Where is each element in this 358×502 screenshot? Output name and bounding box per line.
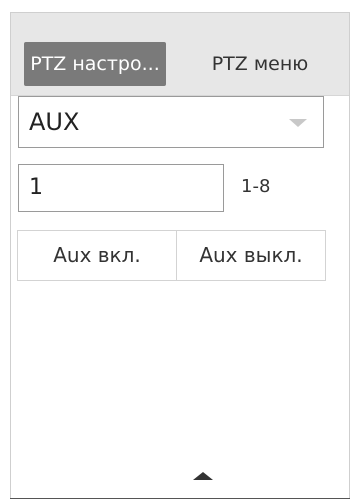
- aux-number-input[interactable]: 1: [18, 164, 224, 212]
- aux-on-button[interactable]: Aux вкл.: [17, 230, 177, 281]
- tab-ptz-settings[interactable]: PTZ настро...: [24, 42, 166, 86]
- tab-ptz-menu[interactable]: PTZ меню: [189, 42, 331, 86]
- chevron-down-icon[interactable]: [289, 119, 307, 127]
- tab-bar: PTZ настро... PTZ меню: [11, 13, 349, 96]
- aux-select[interactable]: AUX: [18, 96, 324, 148]
- aux-range-label: 1-8: [241, 176, 271, 197]
- chevron-up-icon[interactable]: [193, 472, 213, 480]
- aux-select-value: AUX: [29, 108, 80, 136]
- aux-off-button[interactable]: Aux выкл.: [176, 230, 326, 281]
- divider: [10, 498, 350, 499]
